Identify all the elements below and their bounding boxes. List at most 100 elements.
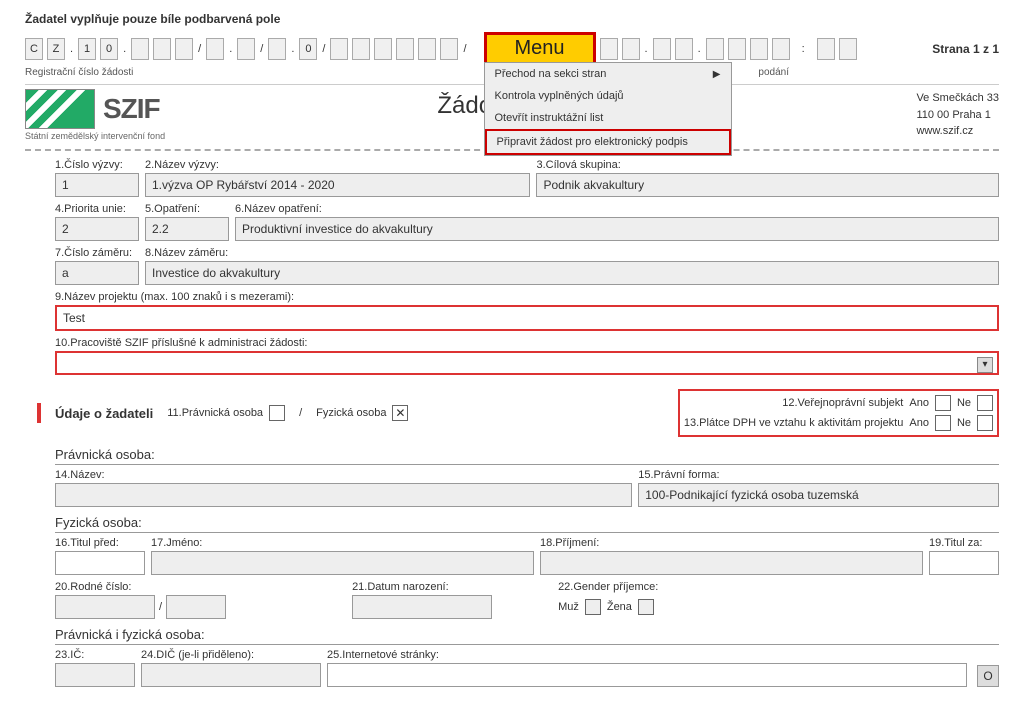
o-button[interactable]: O (977, 665, 999, 687)
dot: . (697, 43, 702, 55)
field-8-label: 8.Název záměru: (145, 247, 999, 259)
submission-label: podání (758, 67, 789, 78)
code-cell: 1 (78, 38, 96, 60)
address-line: Ve Smečkách 33 (916, 90, 999, 107)
field-6-value: Produktivní investice do akvakultury (235, 217, 999, 241)
code-cell (817, 38, 835, 60)
address-line: www.szif.cz (916, 123, 999, 140)
slash: / (197, 43, 202, 55)
field-25-input[interactable] (327, 663, 967, 687)
slash: / (462, 43, 467, 55)
menu-item-label: Připravit žádost pro elektronický podpis (497, 136, 688, 148)
field-16-input[interactable] (55, 551, 145, 575)
gender-male-checkbox[interactable] (585, 599, 601, 615)
code-cell (653, 38, 671, 60)
gender-female-checkbox[interactable] (638, 599, 654, 615)
slash: / (321, 43, 326, 55)
field-24-value (141, 663, 321, 687)
dot: . (644, 43, 649, 55)
address-line: 110 00 Praha 1 (916, 107, 999, 124)
menu-item-label: Přechod na sekci stran (495, 68, 607, 80)
slash: / (159, 601, 162, 613)
field-19-input[interactable] (929, 551, 999, 575)
zena-label: Žena (607, 601, 632, 613)
code-cell (206, 38, 224, 60)
code-cell (131, 38, 149, 60)
field-7-value: a (55, 261, 139, 285)
field-14-value (55, 483, 632, 507)
section-marker-icon (37, 403, 41, 423)
field-18-label: 18.Příjmení: (540, 537, 923, 549)
registration-code-row: C Z . 1 0 . / . / . 0 / / Me (25, 32, 999, 65)
subsection-both: Právnická i fyzická osoba: (55, 627, 999, 642)
chevron-right-icon: ▶ (713, 69, 721, 80)
subsection-legal-person: Právnická osoba: (55, 447, 999, 462)
q13-ne-checkbox[interactable] (977, 415, 993, 431)
field-9-input[interactable]: Test (55, 305, 999, 331)
menu-item-validate[interactable]: Kontrola vyplněných údajů (485, 85, 731, 107)
reg-number-label: Registrační číslo žádosti (25, 67, 133, 78)
field-1-label: 1.Číslo výzvy: (55, 159, 139, 171)
field-1-value: 1 (55, 173, 139, 197)
code-cell (839, 38, 857, 60)
field-10-select[interactable] (55, 351, 999, 375)
menu-item-open-instructions[interactable]: Otevřít instruktážní list (485, 107, 731, 129)
field-9-label: 9.Název projektu (max. 100 znaků i s mez… (55, 291, 999, 303)
code-cell (374, 38, 392, 60)
dot: . (69, 43, 74, 55)
page-counter: Strana 1 z 1 (932, 42, 999, 56)
q12-label: 12.Veřejnoprávní subjekt (782, 397, 903, 409)
code-cell (396, 38, 414, 60)
menu-item-label: Otevřít instruktážní list (495, 112, 604, 124)
code-cell: Z (47, 38, 65, 60)
field-17-label: 17.Jméno: (151, 537, 534, 549)
code-cell (750, 38, 768, 60)
field-25-label: 25.Internetové stránky: (327, 649, 967, 661)
field-10-label: 10.Pracoviště SZIF příslušné k administr… (55, 337, 999, 349)
field-20-label: 20.Rodné číslo: (55, 581, 226, 593)
q12-ne-checkbox[interactable] (977, 395, 993, 411)
field-5-label: 5.Opatření: (145, 203, 229, 215)
code-cell (268, 38, 286, 60)
q13-ano-checkbox[interactable] (935, 415, 951, 431)
field-2-label: 2.Název výzvy: (145, 159, 530, 171)
form-instruction: Žadatel vyplňuje pouze bíle podbarvená p… (25, 12, 999, 26)
code-cell (600, 38, 618, 60)
code-cell (330, 38, 348, 60)
ano-label: Ano (909, 397, 929, 409)
field-16-label: 16.Titul před: (55, 537, 145, 549)
code-cell (440, 38, 458, 60)
logo-graphic (25, 89, 95, 129)
field-8-value: Investice do akvakultury (145, 261, 999, 285)
code-cell (728, 38, 746, 60)
code-cell (772, 38, 790, 60)
slash: / (291, 407, 310, 419)
checkbox-legal-person[interactable] (269, 405, 285, 421)
field-20a-value (55, 595, 155, 619)
code-cell (675, 38, 693, 60)
field-17-value (151, 551, 534, 575)
menu-button[interactable]: Menu (484, 32, 596, 65)
field-21-value (352, 595, 492, 619)
field-23-label: 23.IČ: (55, 649, 135, 661)
code-cell: 0 (100, 38, 118, 60)
dot: . (290, 43, 295, 55)
checkbox-physical-person[interactable]: ✕ (392, 405, 408, 421)
menu-item-prepare-signature[interactable]: Připravit žádost pro elektronický podpis (485, 129, 731, 155)
field-15-label: 15.Právní forma: (638, 469, 999, 481)
field-24-label: 24.DIČ (je-li přiděleno): (141, 649, 321, 661)
menu-item-goto-section[interactable]: Přechod na sekci stran ▶ (485, 63, 731, 85)
code-cell: 0 (299, 38, 317, 60)
ano-label: Ano (909, 417, 929, 429)
q12-ano-checkbox[interactable] (935, 395, 951, 411)
code-cell (622, 38, 640, 60)
colon: : (794, 43, 813, 55)
muz-label: Muž (558, 601, 579, 613)
section-title-applicant: Údaje o žadateli (55, 406, 153, 421)
q13-label: 13.Plátce DPH ve vztahu k aktivitám proj… (684, 417, 903, 429)
dot: . (228, 43, 233, 55)
field-22-label: 22.Gender příjemce: (558, 581, 658, 593)
dot: . (122, 43, 127, 55)
field-4-value: 2 (55, 217, 139, 241)
logo-subtitle: Státní zemědělský intervenční fond (25, 131, 165, 141)
